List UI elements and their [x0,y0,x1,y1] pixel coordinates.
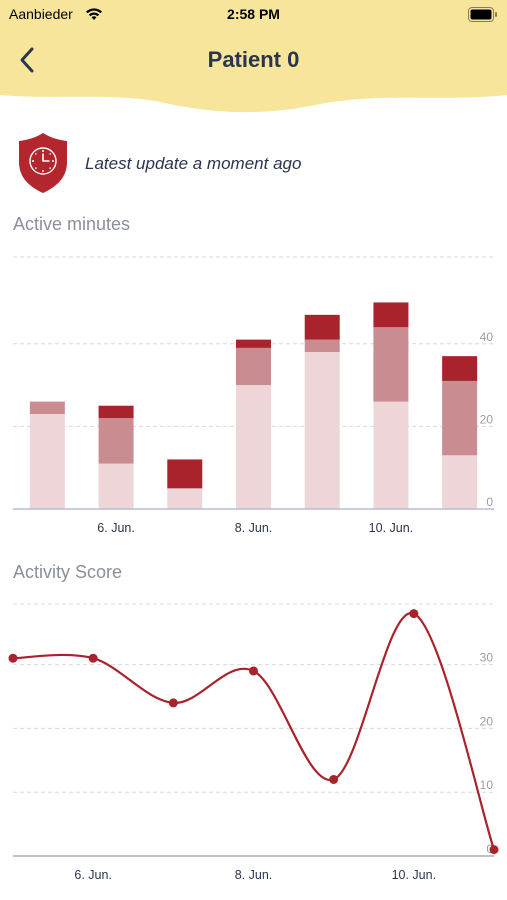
bar-segment [236,339,271,348]
data-point [329,774,339,784]
y-tick-label: 10 [480,778,494,792]
update-row: Latest update a moment ago [18,132,488,194]
data-point [489,845,499,855]
y-tick-label: 40 [480,330,494,344]
data-point [8,653,18,663]
bar-segment [442,455,478,509]
battery-icon [468,7,497,22]
clock-shield-icon [19,133,67,193]
status-time: 2:58 PM [227,6,280,22]
bar-segment [373,327,409,402]
x-tick-label: 10. Jun. [369,521,413,535]
data-point [168,698,178,708]
bar-segment [304,339,340,353]
y-tick-label: 20 [480,412,494,426]
data-point [409,609,419,619]
page-title: Patient 0 [207,47,300,72]
x-tick-label: 6. Jun. [97,521,135,535]
bar-segment [304,352,340,509]
y-tick-label: 30 [480,651,494,665]
bar-segment [167,488,203,509]
active-minutes-chart: 0 20 40 6. Jun. 8. Jun. 10. Jun. [13,256,494,535]
data-point [88,653,98,663]
bar-segment [98,463,134,509]
bar-segment [373,302,409,328]
active-minutes-title: Active minutes [13,214,131,234]
header: Aanbieder 2:58 PM Patient 0 [0,0,507,125]
x-tick-label: 10. Jun. [392,868,436,882]
x-tick-label: 8. Jun. [235,521,273,535]
y-tick-label: 20 [480,714,494,728]
activity-score-chart: 01020306. Jun.8. Jun.10. Jun. [8,603,499,882]
bar-segment [98,418,134,464]
bar-segment [442,380,478,456]
bar-segment [98,405,134,419]
bar-segment [236,385,271,509]
bar-segment [167,459,203,489]
bar-segment [442,356,478,381]
bar-segment [29,401,65,414]
latest-update-text: Latest update a moment ago [85,154,302,173]
x-tick-label: 8. Jun. [235,868,273,882]
y-tick-label: 0 [486,495,493,509]
bar-segment [304,314,340,340]
activity-score-title: Activity Score [13,562,123,582]
status-bar: Aanbieder 2:58 PM [0,6,507,24]
bar-segment [373,401,409,509]
bar-segment [29,413,65,509]
bar-segment [236,347,271,386]
data-point [249,666,258,676]
series-line [12,612,496,850]
x-tick-label: 6. Jun. [74,868,112,882]
